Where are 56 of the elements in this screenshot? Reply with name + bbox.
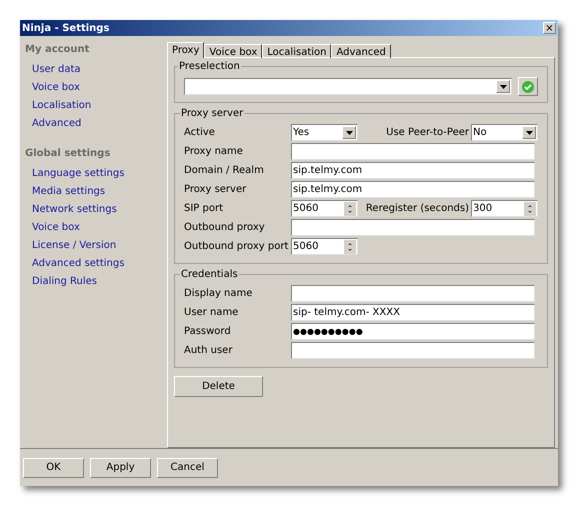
sidebar-link[interactable]: Dialing Rules	[20, 272, 167, 290]
field-label: Domain / Realm	[184, 164, 265, 178]
field-label: User name	[184, 306, 240, 320]
text-field[interactable]: sip.telmy.com	[291, 181, 535, 198]
sidebar-link[interactable]: Localisation	[20, 96, 167, 114]
text-field[interactable]	[291, 342, 535, 359]
field-label: Display name	[184, 287, 254, 301]
close-button[interactable]: ×	[543, 22, 556, 34]
sidebar-link[interactable]: User data	[20, 60, 167, 78]
sidebar-heading: My account	[24, 43, 90, 57]
spin-up-icon[interactable]	[344, 240, 356, 246]
sidebar-link[interactable]: Voice box	[20, 218, 167, 236]
sidebar-link[interactable]: Network settings	[20, 200, 167, 218]
dialog-button[interactable]: Apply	[90, 458, 151, 478]
field-label: Use Peer-to-Peer	[385, 126, 470, 140]
window-title: Ninja - Settings	[22, 22, 110, 36]
text-field[interactable]	[291, 285, 535, 302]
field-label: Reregister (seconds)	[364, 202, 470, 216]
spin-field[interactable]: 300	[471, 200, 538, 217]
field-label: SIP port	[184, 202, 224, 216]
checkmark-icon	[522, 80, 534, 92]
dropdown-arrow-icon	[500, 84, 506, 88]
field-label: Active	[184, 126, 216, 140]
sidebar-link[interactable]: License / Version	[20, 236, 167, 254]
preselection-dropdown[interactable]	[184, 78, 512, 95]
sidebar-link[interactable]: Language settings	[20, 164, 167, 182]
field-label: Outbound proxy	[184, 221, 266, 235]
field-label: Outbound proxy port	[184, 240, 290, 254]
spin-field[interactable]: 5060	[291, 238, 358, 255]
dropdown-field[interactable]: Yes	[291, 124, 358, 141]
field-label: Proxy name	[184, 145, 244, 159]
password-field[interactable]: ●●●●●●●●●●	[291, 323, 535, 340]
tab[interactable]: Proxy	[167, 42, 204, 58]
spin-field[interactable]: 5060	[291, 200, 358, 217]
sidebar-link[interactable]: Advanced settings	[20, 254, 167, 272]
dialog-button[interactable]: OK	[23, 458, 84, 478]
dropdown-arrow-icon	[346, 130, 352, 134]
sidebar-link[interactable]: Advanced	[20, 114, 167, 132]
text-field[interactable]: sip.telmy.com	[291, 162, 535, 179]
text-field[interactable]	[291, 143, 535, 160]
field-label: Auth user	[184, 344, 234, 358]
group-title: Proxy server	[180, 106, 244, 121]
dropdown-arrow-icon	[526, 130, 532, 134]
sidebar-link[interactable]: Voice box	[20, 78, 167, 96]
field-label: Proxy server	[184, 183, 248, 197]
confirm-button[interactable]	[518, 77, 538, 96]
spin-up-icon[interactable]	[344, 202, 356, 208]
spin-up-icon[interactable]	[524, 202, 536, 208]
dialog-button[interactable]: Cancel	[157, 458, 218, 478]
text-field[interactable]	[291, 219, 535, 236]
text-field[interactable]: sip- telmy.com- XXXX	[291, 304, 535, 321]
field-label: Password	[184, 325, 232, 339]
sidebar-heading: Global settings	[24, 147, 112, 161]
sidebar-link[interactable]: Media settings	[20, 182, 167, 200]
delete-button[interactable]: Delete	[174, 376, 263, 397]
dropdown-field[interactable]: No	[471, 124, 538, 141]
